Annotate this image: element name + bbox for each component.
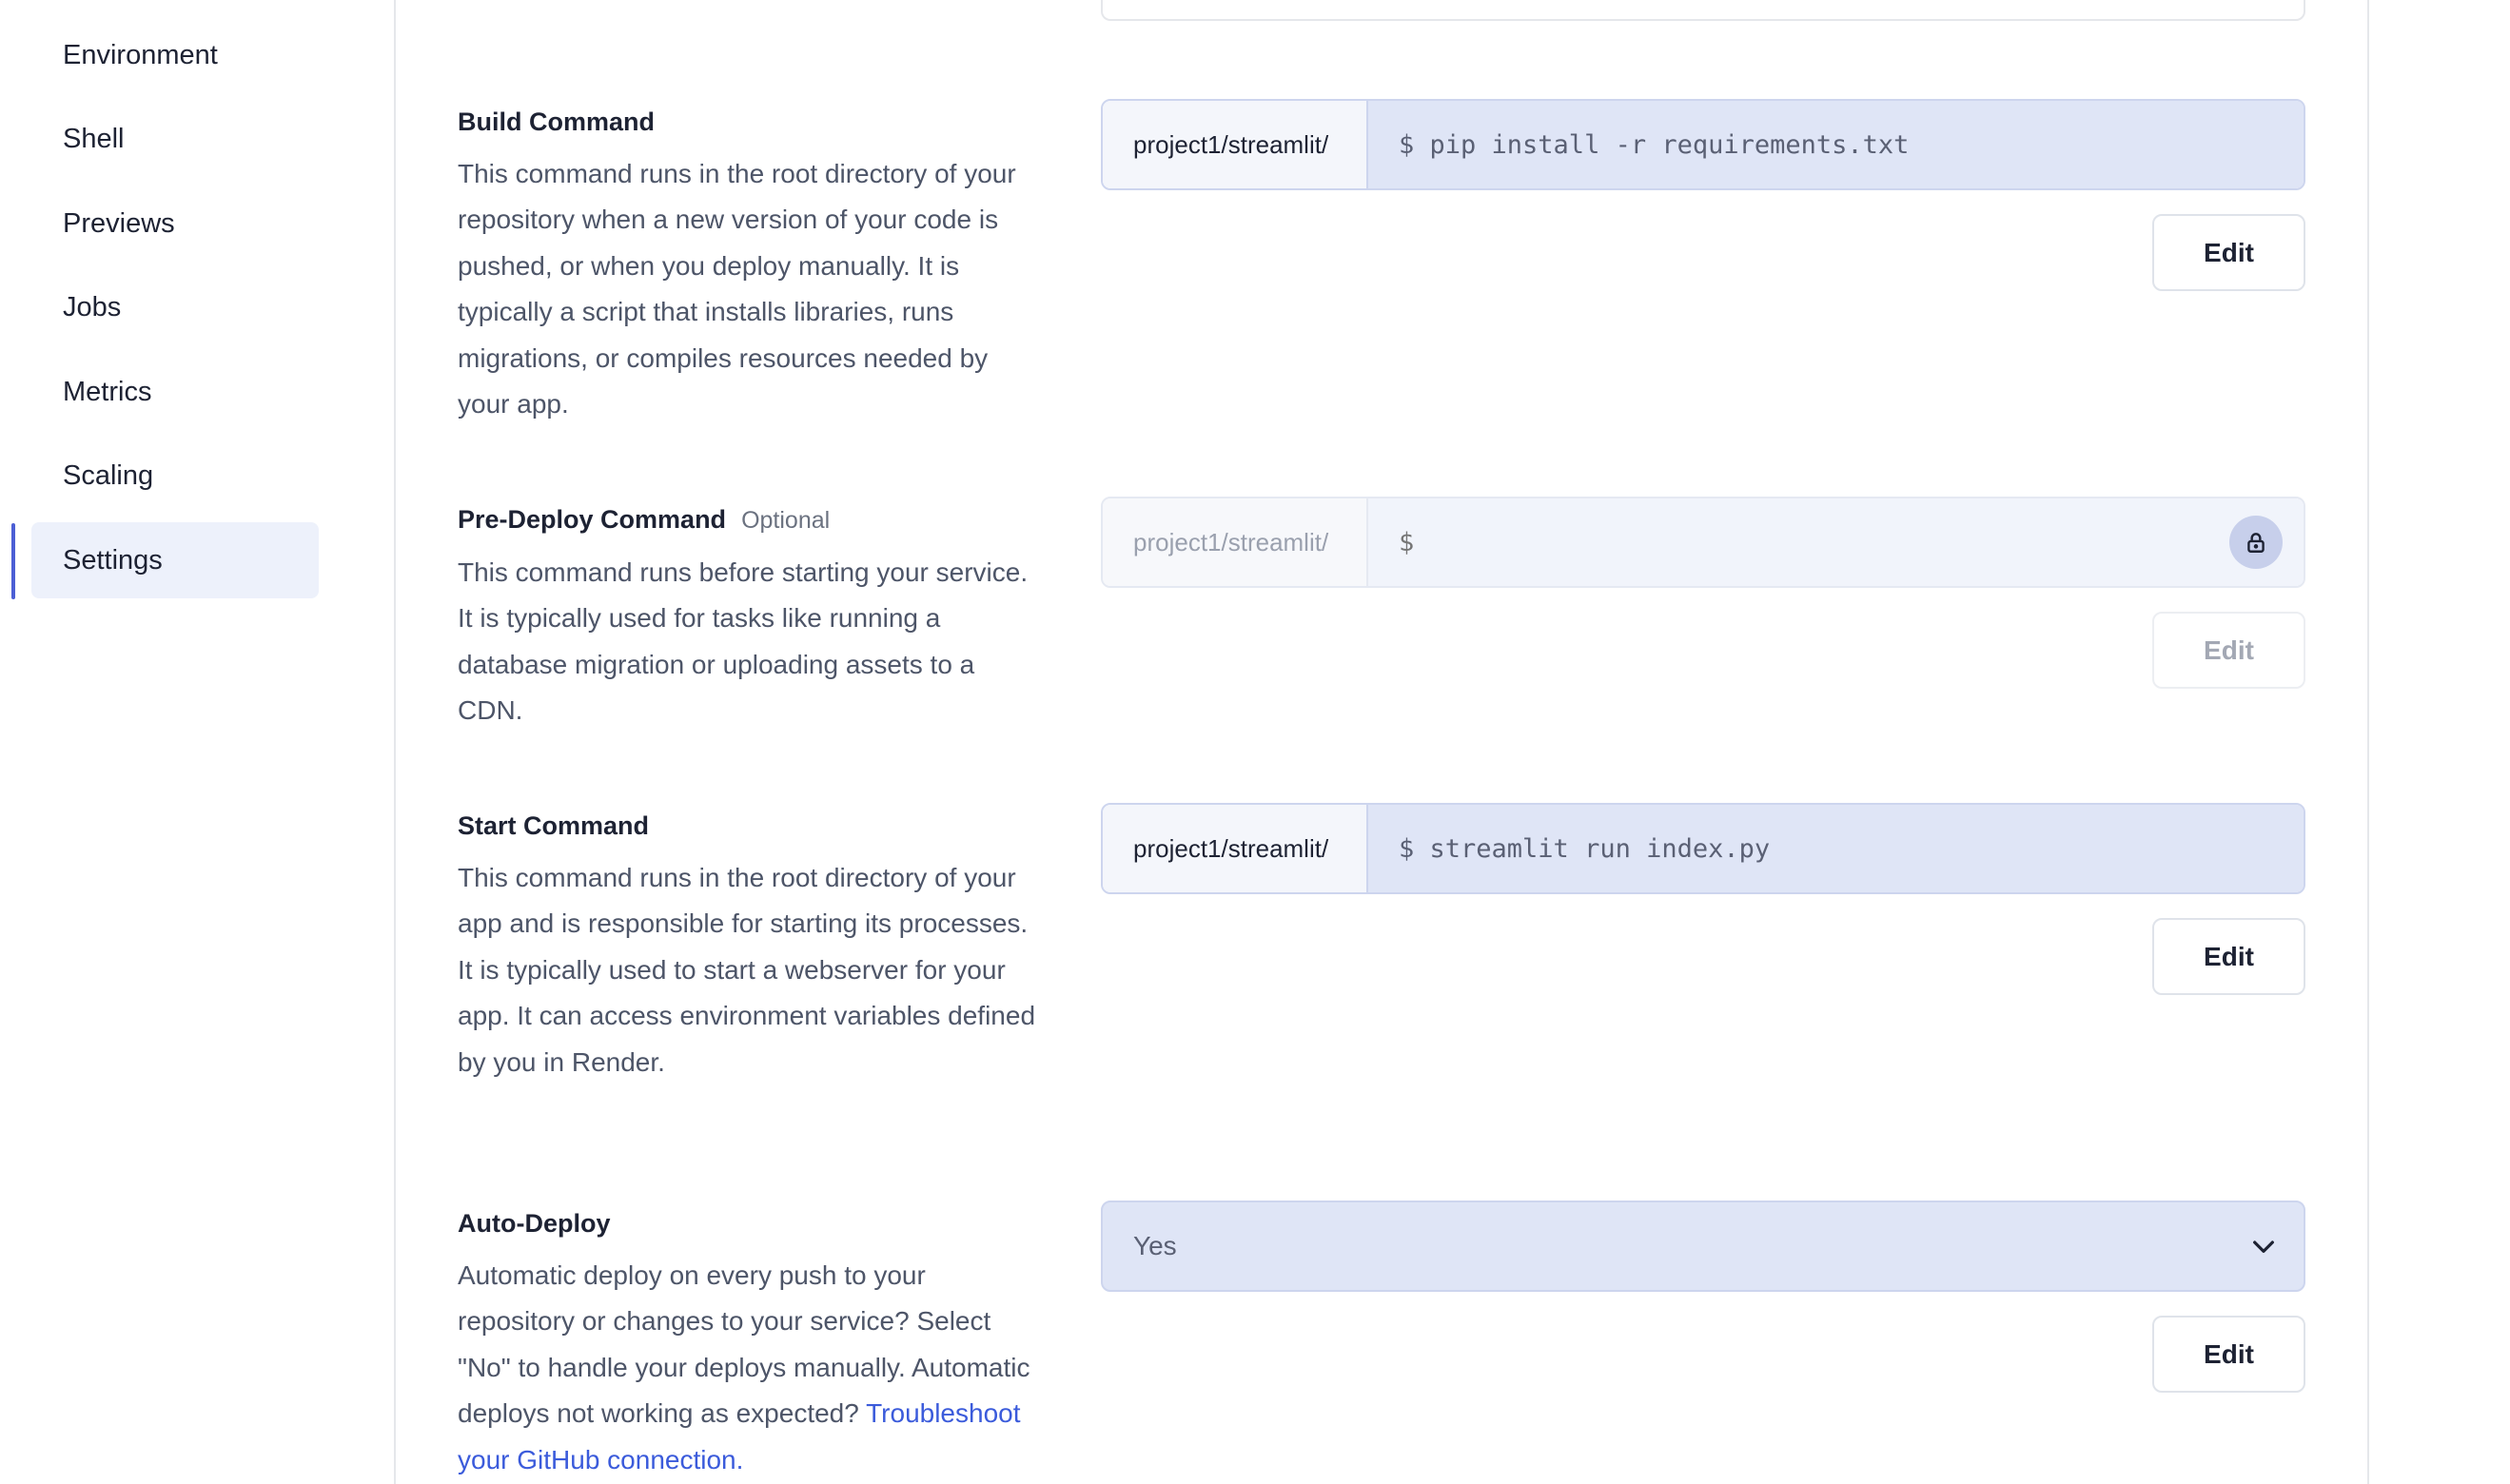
- build-command-prefix: project1/streamlit/: [1103, 101, 1368, 188]
- sidebar: Environment Shell Previews Jobs Metrics …: [0, 0, 396, 1484]
- auto-deploy-selected-value: Yes: [1133, 1231, 1177, 1260]
- sidebar-item-label: Previews: [63, 208, 175, 239]
- start-command-title: Start Command: [458, 811, 650, 840]
- pre-deploy-command-description: This command runs before starting your s…: [458, 557, 1029, 726]
- pre-deploy-command-prefix: project1/streamlit/: [1103, 498, 1368, 586]
- pre-deploy-command-title: Pre-Deploy Command Optional: [458, 503, 1038, 537]
- optional-tag: Optional: [741, 507, 831, 534]
- build-command-section: Build Command This command runs in the r…: [458, 106, 1038, 427]
- sidebar-item-label: Environment: [63, 40, 218, 70]
- build-command-field: project1/streamlit/: [1101, 99, 2305, 190]
- start-command-prefix: project1/streamlit/: [1103, 805, 1368, 892]
- auto-deploy-section: Auto-Deploy Automatic deploy on every pu…: [458, 1207, 1038, 1483]
- sidebar-item-label: Jobs: [63, 292, 122, 322]
- chevron-down-icon: [2253, 1240, 2274, 1253]
- build-command-title: Build Command: [458, 107, 655, 136]
- pre-deploy-command-field: project1/streamlit/: [1101, 497, 2305, 588]
- pre-deploy-command-input[interactable]: [1368, 498, 2304, 586]
- content-divider: [2367, 0, 2369, 1484]
- sidebar-item-label: Settings: [63, 545, 163, 576]
- lock-icon[interactable]: [2229, 516, 2283, 569]
- active-nav-indicator: [11, 523, 15, 599]
- start-command-field: project1/streamlit/: [1101, 803, 2305, 894]
- pre-deploy-command-section: Pre-Deploy Command Optional This command…: [458, 503, 1038, 734]
- sidebar-item-scaling[interactable]: Scaling: [31, 438, 319, 514]
- sidebar-item-environment[interactable]: Environment: [31, 17, 319, 93]
- sidebar-item-jobs[interactable]: Jobs: [31, 269, 319, 345]
- sidebar-item-previews[interactable]: Previews: [31, 186, 319, 262]
- pre-deploy-command-edit-button[interactable]: Edit: [2152, 612, 2305, 689]
- build-command-description: This command runs in the root directory …: [458, 159, 1016, 420]
- build-command-edit-button[interactable]: Edit: [2152, 214, 2305, 291]
- sidebar-item-label: Shell: [63, 124, 125, 154]
- previous-field-box: [1101, 0, 2305, 21]
- auto-deploy-description: Automatic deploy on every push to your r…: [458, 1253, 1038, 1483]
- build-command-input[interactable]: [1368, 101, 2304, 188]
- start-command-description: This command runs in the root directory …: [458, 863, 1036, 1077]
- sidebar-item-label: Scaling: [63, 460, 154, 491]
- start-command-edit-button[interactable]: Edit: [2152, 918, 2305, 995]
- start-command-input[interactable]: [1368, 805, 2304, 892]
- sidebar-item-shell[interactable]: Shell: [31, 101, 319, 177]
- auto-deploy-select[interactable]: Yes: [1101, 1201, 2305, 1292]
- start-command-section: Start Command This command runs in the r…: [458, 810, 1038, 1085]
- auto-deploy-title: Auto-Deploy: [458, 1209, 611, 1238]
- auto-deploy-edit-button[interactable]: Edit: [2152, 1316, 2305, 1393]
- sidebar-item-metrics[interactable]: Metrics: [31, 354, 319, 430]
- sidebar-item-settings[interactable]: Settings: [31, 522, 319, 598]
- sidebar-item-label: Metrics: [63, 377, 152, 407]
